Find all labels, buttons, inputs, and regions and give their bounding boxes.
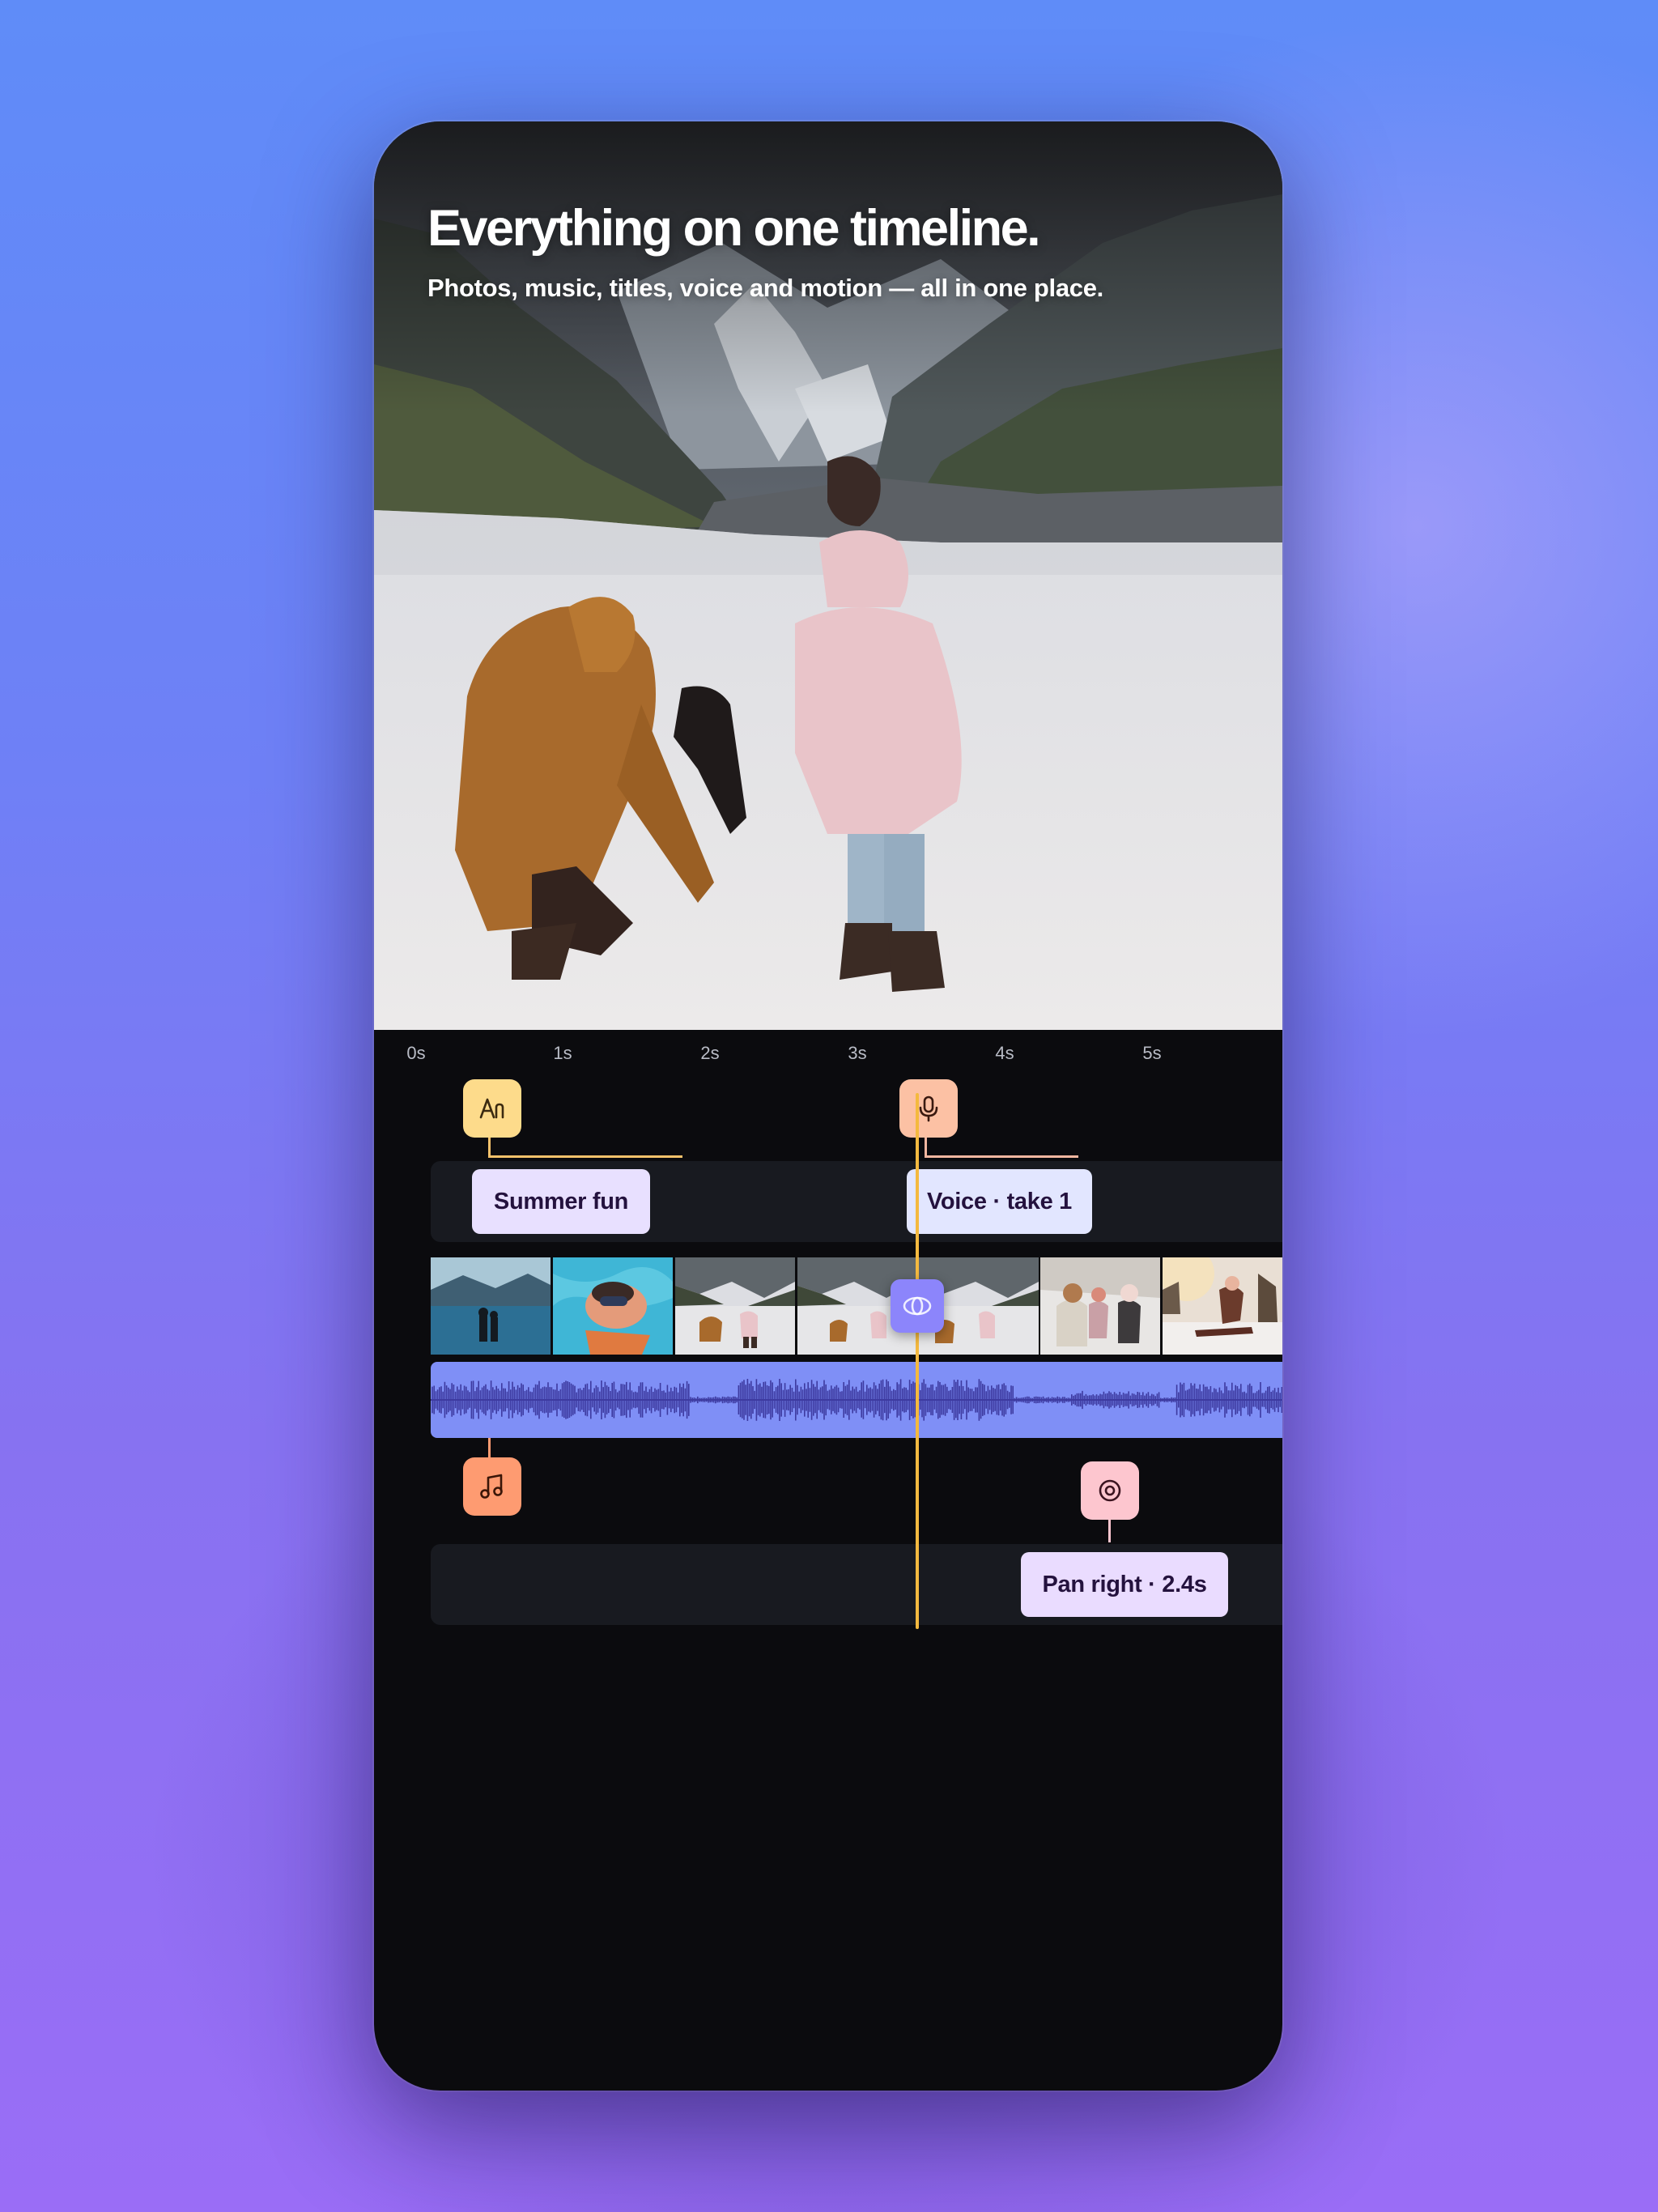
ruler-tick-1s: 1s xyxy=(553,1043,572,1063)
target-icon xyxy=(1099,1479,1121,1502)
music-marker[interactable] xyxy=(463,1457,521,1516)
video-thumb-5[interactable] xyxy=(1040,1257,1160,1355)
video-thumb-3[interactable] xyxy=(675,1257,795,1355)
ruler-tick-3s: 3s xyxy=(848,1043,867,1063)
ruler-tick-4s: 4s xyxy=(995,1043,1014,1063)
ruler-tick-0s: 0s xyxy=(406,1043,426,1063)
voice-clip[interactable]: Voice · take 1 xyxy=(907,1169,1092,1234)
motion-marker[interactable] xyxy=(1081,1461,1139,1520)
playhead-handle[interactable] xyxy=(891,1279,944,1333)
voice-range-line xyxy=(925,1155,1078,1158)
phone-frame: Everything on one timeline. Photos, musi… xyxy=(374,121,1282,2091)
waveform xyxy=(431,1379,1282,1421)
hero-subtitle: Photos, music, titles, voice and motion … xyxy=(427,274,1103,302)
title-marker[interactable] xyxy=(463,1079,521,1138)
video-thumb-6[interactable] xyxy=(1163,1257,1282,1355)
motion-marker-stem xyxy=(1108,1520,1111,1542)
eye-icon xyxy=(903,1296,932,1316)
music-track[interactable] xyxy=(431,1362,1282,1438)
ruler-tick-2s: 2s xyxy=(700,1043,720,1063)
music-note-icon xyxy=(480,1474,503,1499)
playhead[interactable] xyxy=(916,1093,919,1629)
hero-title: Everything on one timeline. xyxy=(427,200,1041,257)
motion-clip[interactable]: Pan right · 2.4s xyxy=(1021,1552,1228,1617)
text-icon xyxy=(479,1098,504,1119)
video-thumb-2[interactable] xyxy=(553,1257,673,1355)
ruler-tick-5s: 5s xyxy=(1142,1043,1162,1063)
preview-photo: Everything on one timeline. Photos, musi… xyxy=(374,121,1282,1030)
title-range-line xyxy=(488,1155,682,1158)
voice-marker[interactable] xyxy=(899,1079,958,1138)
microphone-icon xyxy=(919,1095,938,1122)
title-clip[interactable]: Summer fun xyxy=(472,1169,650,1234)
video-thumb-1[interactable] xyxy=(431,1257,551,1355)
